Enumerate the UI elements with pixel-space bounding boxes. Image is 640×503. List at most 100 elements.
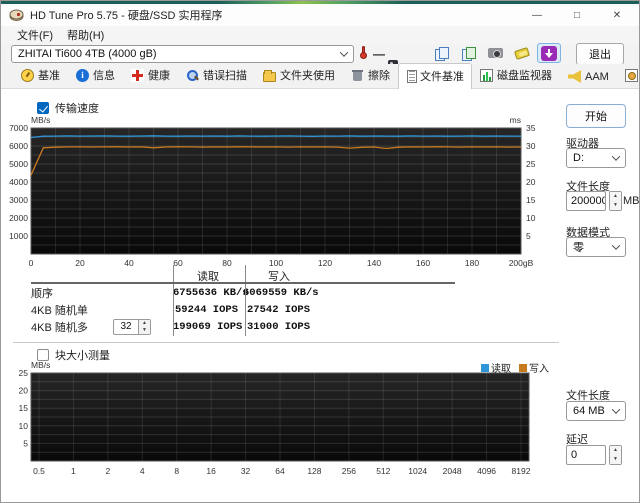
svg-text:140: 140 [367,258,381,268]
svg-text:8192: 8192 [512,466,531,476]
tab-random[interactable]: 随机访问 [617,62,639,88]
svg-text:5000: 5000 [9,159,28,169]
svg-text:ms: ms [510,115,521,125]
capture-active-button[interactable] [537,43,561,63]
svg-text:MB/s: MB/s [31,115,50,125]
tab-file[interactable]: 文件基准 [398,63,472,89]
section-separator [13,342,559,343]
tab-label: 擦除 [368,70,390,82]
screenshot-button[interactable] [483,43,507,63]
folder-icon [263,70,276,82]
copy-text-button[interactable] [429,43,453,63]
queue-depth-spinner[interactable]: ▲▼ [113,318,173,335]
svg-text:180: 180 [465,258,479,268]
table-header-rule [31,282,455,284]
file-length-input[interactable] [566,191,606,211]
maximize-button[interactable]: □ [557,4,597,26]
svg-text:1: 1 [71,466,76,476]
spinner-arrows[interactable]: ▲ ▼ [609,191,622,211]
file-length-spinner[interactable]: ▲▼ [566,191,622,211]
spinner-up-icon[interactable]: ▲ [139,319,150,327]
menu-bar: 文件(F) 帮助(H) [1,26,639,44]
tab-label: 健康 [148,70,170,82]
spinner-arrows[interactable]: ▲ ▼ [139,318,151,335]
tab-monitor[interactable]: 磁盘监视器 [472,62,560,88]
svg-text:5: 5 [526,231,531,241]
tab-label: 文件夹使用 [280,70,335,82]
chevron-down-icon [611,152,621,161]
svg-text:2: 2 [105,466,110,476]
minimize-button[interactable]: — [517,4,557,26]
write-value: 31000 IOPS [246,320,310,333]
svg-text:25: 25 [526,159,536,169]
transfer-speed-chart: MB/s ms 1000 2000 3000 4000 5000 6000 7000 5 10 15 2… [9,115,536,268]
temperature-value: — [373,47,385,61]
svg-text:MB/s: MB/s [31,360,50,370]
table-divider [245,265,246,336]
drive-combo-value: D: [573,152,584,164]
spinner-arrows[interactable]: ▲ ▼ [609,445,622,465]
data-mode-value: 零 [573,242,584,254]
svg-text:20: 20 [526,177,536,187]
chevron-down-icon [339,48,349,57]
close-button[interactable]: ✕ [597,4,637,26]
svg-text:32: 32 [241,466,251,476]
random-icon [624,68,638,82]
tab-label: 信息 [93,70,115,82]
svg-text:10: 10 [19,421,29,431]
data-mode-combo[interactable]: 零 [566,237,626,257]
tab-aam[interactable]: AAM [560,65,617,88]
spinner-down-icon[interactable]: ▼ [610,455,621,464]
scan-icon [186,69,199,82]
save-button[interactable] [510,43,534,63]
svg-text:256: 256 [342,466,356,476]
menu-file[interactable]: 文件(F) [17,27,53,43]
spinner-down-icon[interactable]: ▼ [610,201,621,210]
svg-text:6000: 6000 [9,141,28,151]
tab-health[interactable]: 健康 [123,62,178,88]
app-window: HD Tune Pro 5.75 - 硬盘/SSD 实用程序 — □ ✕ 文件(… [0,0,640,503]
menu-help[interactable]: 帮助(H) [67,27,104,43]
drive-combo[interactable]: D: [566,148,626,168]
screenshot-purple-icon [541,45,557,61]
chevron-down-icon [611,241,621,250]
row-label: 顺序 [31,287,53,300]
aam-icon [568,70,581,83]
drive-select[interactable]: ZHITAI Ti600 4TB (4000 gB) [11,45,354,63]
row-label: 4KB 随机单 [31,304,88,317]
spinner-up-icon[interactable]: ▲ [610,446,621,455]
svg-text:2048: 2048 [443,466,462,476]
svg-text:16: 16 [206,466,216,476]
tab-info[interactable]: 信息 [68,62,123,88]
tab-scan[interactable]: 错误扫描 [178,62,255,88]
queue-depth-input[interactable] [113,318,139,335]
svg-text:0.5: 0.5 [33,466,45,476]
write-value: 6069559 KB/s [243,286,319,299]
block-file-length-combo[interactable]: 64 MB [566,401,626,421]
svg-text:4096: 4096 [477,466,496,476]
svg-text:1024: 1024 [408,466,427,476]
svg-text:35: 35 [526,123,536,133]
copy-icon [434,47,449,61]
table-divider [173,265,174,336]
spinner-down-icon[interactable]: ▼ [139,326,150,334]
window-title: HD Tune Pro 5.75 - 硬盘/SSD 实用程序 [30,10,223,22]
title-bar: HD Tune Pro 5.75 - 硬盘/SSD 实用程序 — □ ✕ [1,4,639,26]
info-icon [76,68,89,82]
delay-input[interactable] [566,445,606,465]
svg-text:7000: 7000 [9,123,28,133]
read-value: 59244 IOPS [174,303,238,316]
tab-benchmark[interactable]: 基准 [13,62,68,88]
copy-image-button[interactable] [456,43,480,63]
thermometer-icon [360,46,367,59]
block-file-length-value: 64 MB [573,405,605,417]
spinner-up-icon[interactable]: ▲ [610,192,621,201]
delay-spinner[interactable]: ▲▼ [566,445,622,465]
tab-folder[interactable]: 文件夹使用 [255,62,343,88]
app-icon [9,9,24,21]
svg-text:512: 512 [376,466,390,476]
tab-label: 磁盘监视器 [497,70,552,82]
svg-text:15: 15 [19,403,29,413]
tab-erase[interactable]: 擦除 [343,62,398,88]
start-button[interactable]: 开始 [566,104,626,128]
